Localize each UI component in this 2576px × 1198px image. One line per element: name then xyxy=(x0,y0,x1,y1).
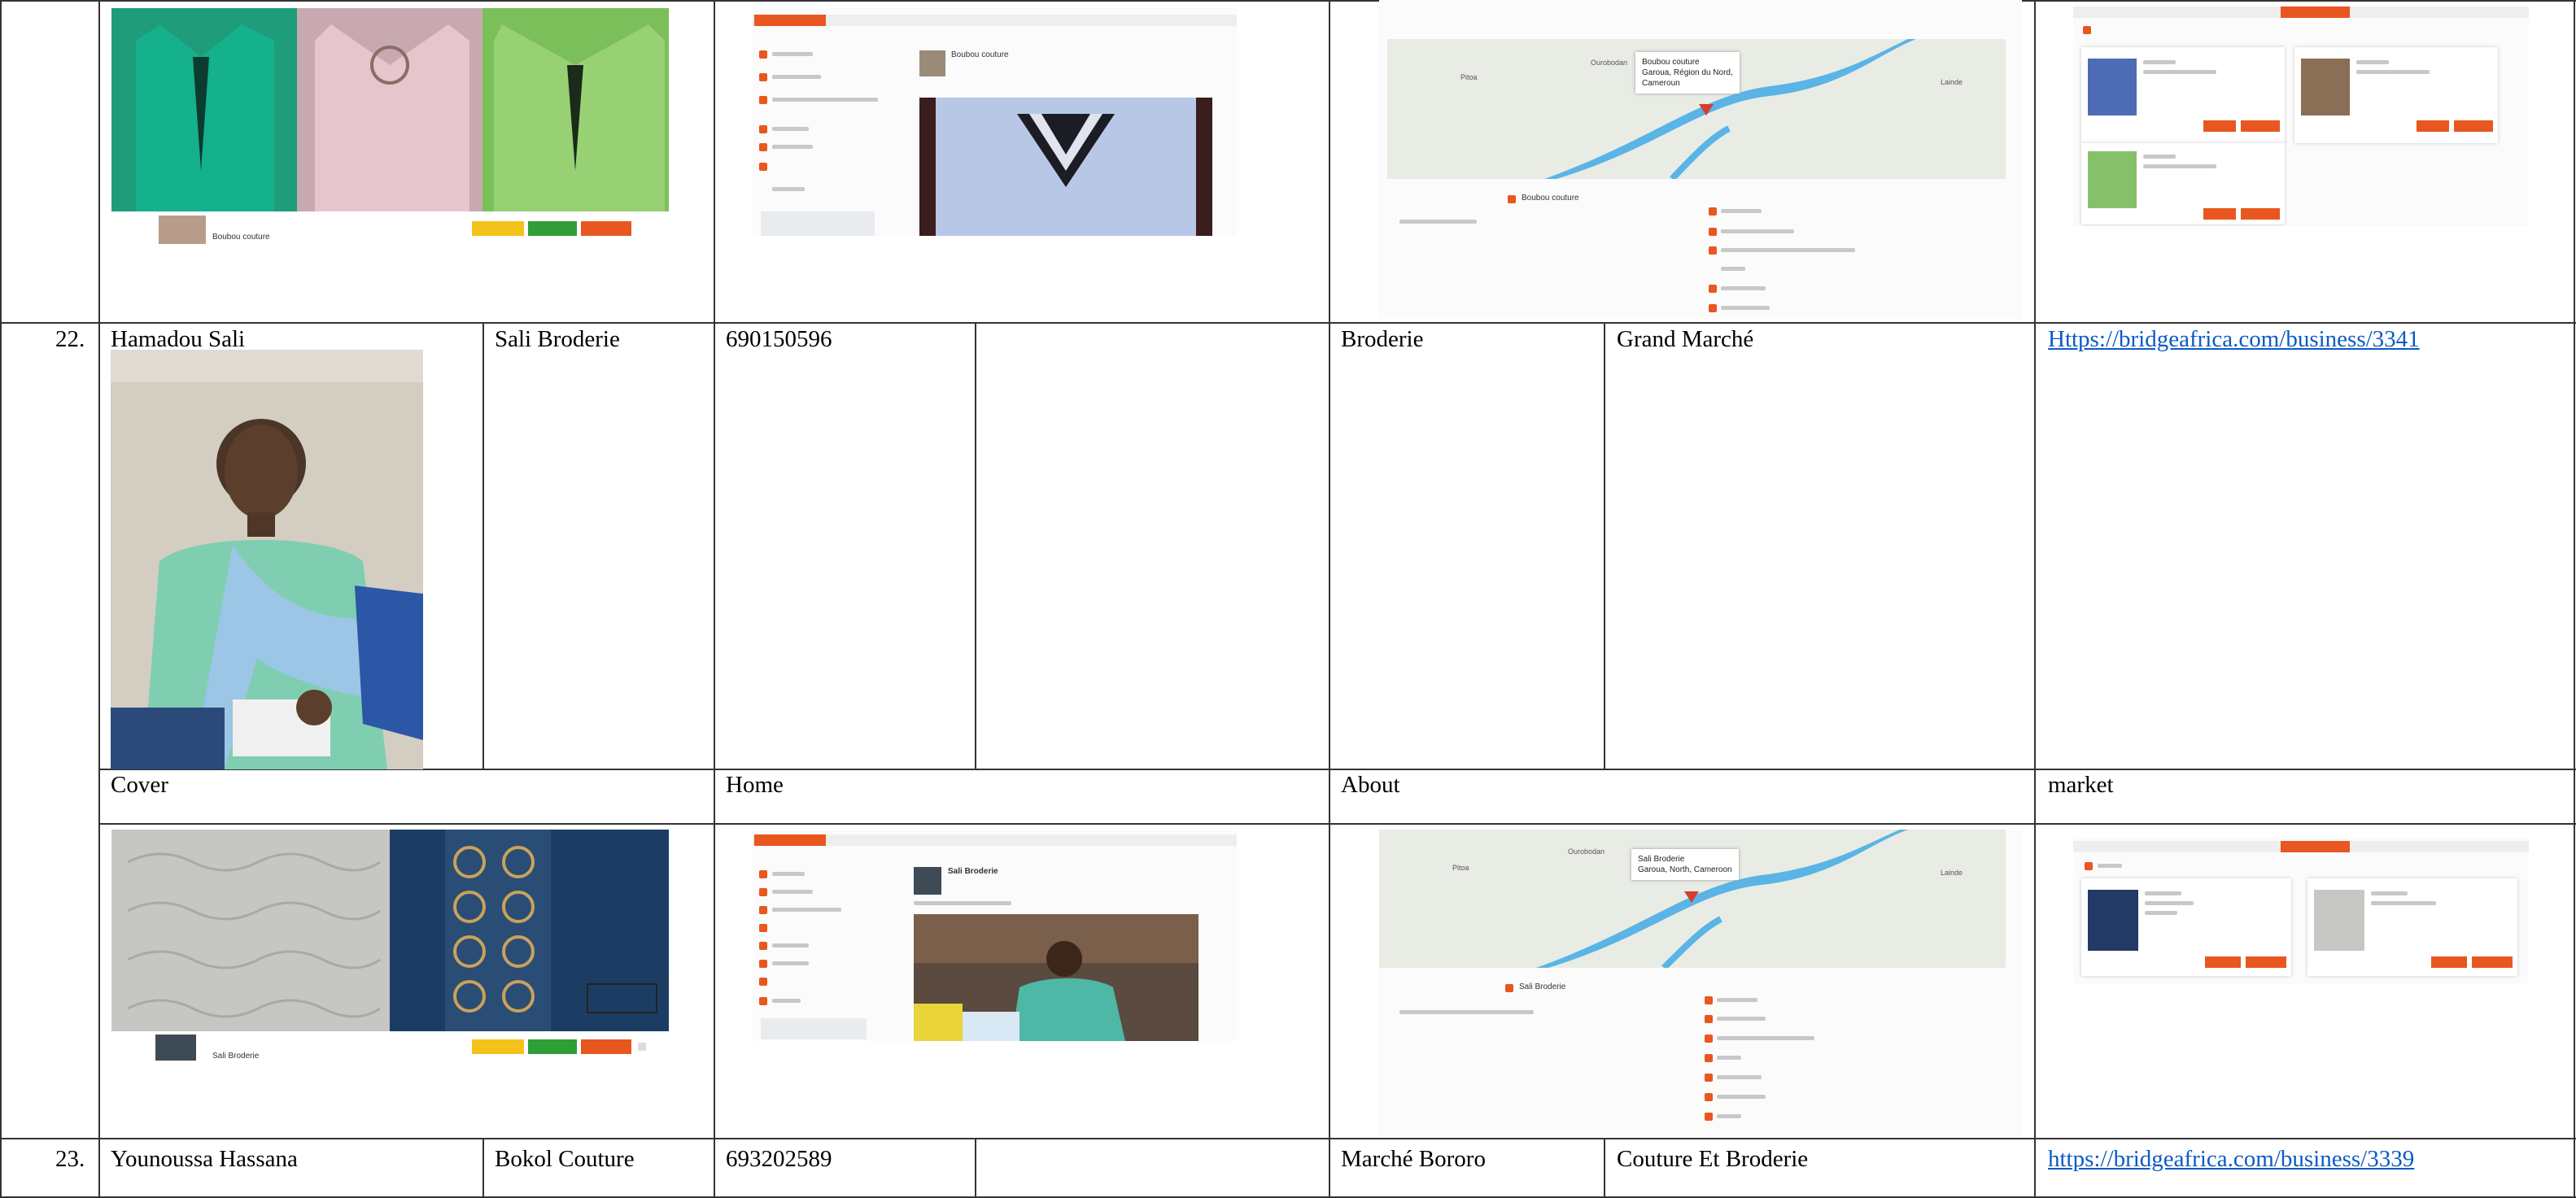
table-border xyxy=(1329,0,1330,1198)
category: Broderie xyxy=(1341,326,1424,352)
about-title: Sali Broderie xyxy=(1519,982,1566,991)
table-border xyxy=(0,1138,2576,1139)
cover-name: Sali Broderie xyxy=(212,1052,260,1061)
owner-photo xyxy=(111,350,423,769)
map-pin-icon xyxy=(1699,104,1714,115)
section-label-about: About xyxy=(1341,772,1400,798)
previous-cover-name: Boubou couture xyxy=(212,233,270,242)
phone-number: 690150596 xyxy=(726,326,832,352)
about-popup: Sali Broderie Garoua, North, Cameroon xyxy=(1631,849,1739,880)
previous-cover-screenshot: Boubou couture xyxy=(111,8,669,244)
garments-image: Boubou couture xyxy=(111,8,669,244)
cover-screenshot: Sali Broderie xyxy=(111,830,669,1061)
business-name: Sali Broderie xyxy=(495,326,620,352)
owner-name: Younoussa Hassana xyxy=(111,1146,298,1172)
previous-market-screenshot xyxy=(2073,7,2529,226)
table-border xyxy=(714,0,715,1198)
section-label-market: market xyxy=(2048,772,2114,798)
row-number: 22. xyxy=(55,326,85,352)
table-border xyxy=(0,0,2,1198)
table-border xyxy=(99,823,2576,825)
row-number: 23. xyxy=(55,1146,85,1172)
previous-about-title: Boubou couture xyxy=(1522,194,1579,203)
tailor-photo xyxy=(914,914,1198,1041)
home-business-name: Sali Broderie xyxy=(948,867,998,876)
garment-photo xyxy=(919,98,1212,236)
about-screenshot: Pitoa Ourobodan Lainde Sali Broderie Gar… xyxy=(1379,830,2022,1137)
section-label-home: Home xyxy=(726,772,784,798)
previous-about-screenshot: Pitoa Ourobodan Lainde Boubou couture Ga… xyxy=(1379,0,2022,319)
table-border xyxy=(482,322,484,769)
business-name: Bokol Couture xyxy=(495,1146,635,1172)
section-label-cover: Cover xyxy=(111,772,168,798)
table-border xyxy=(2034,0,2036,1198)
table-border xyxy=(98,0,100,1198)
phone-number: 693202589 xyxy=(726,1146,832,1172)
map: Pitoa Ourobodan Lainde Boubou couture Ga… xyxy=(1387,39,2006,179)
previous-home-screenshot: Boubou couture xyxy=(753,8,1237,236)
category: Marché Bororo xyxy=(1341,1146,1486,1172)
owner-name: Hamadou Sali xyxy=(111,326,246,352)
table-border xyxy=(2574,0,2575,1198)
business-link[interactable]: https://bridgeafrica.com/business/3339 xyxy=(2048,1145,2414,1173)
previous-about-popup: Boubou couture Garoua, Région du Nord, C… xyxy=(1635,52,1740,94)
table-border xyxy=(975,1138,976,1198)
table-border xyxy=(975,322,976,769)
map-pin-icon xyxy=(1684,891,1699,903)
table-border xyxy=(1604,322,1605,769)
location: Couture Et Broderie xyxy=(1617,1146,1809,1172)
table-border xyxy=(99,769,2576,770)
table-border xyxy=(0,322,2576,324)
table-border xyxy=(1604,1138,1605,1198)
location: Grand Marché xyxy=(1617,326,1754,352)
market-screenshot xyxy=(2073,838,2529,984)
map: Pitoa Ourobodan Lainde Sali Broderie Gar… xyxy=(1379,830,2006,968)
previous-home-name: Boubou couture xyxy=(951,50,1009,59)
table-border xyxy=(482,1138,484,1198)
table-border xyxy=(0,0,2576,2)
home-screenshot: Sali Broderie xyxy=(753,830,1237,1041)
business-link[interactable]: Https://bridgeafrica.com/business/3341 xyxy=(2048,325,2420,353)
